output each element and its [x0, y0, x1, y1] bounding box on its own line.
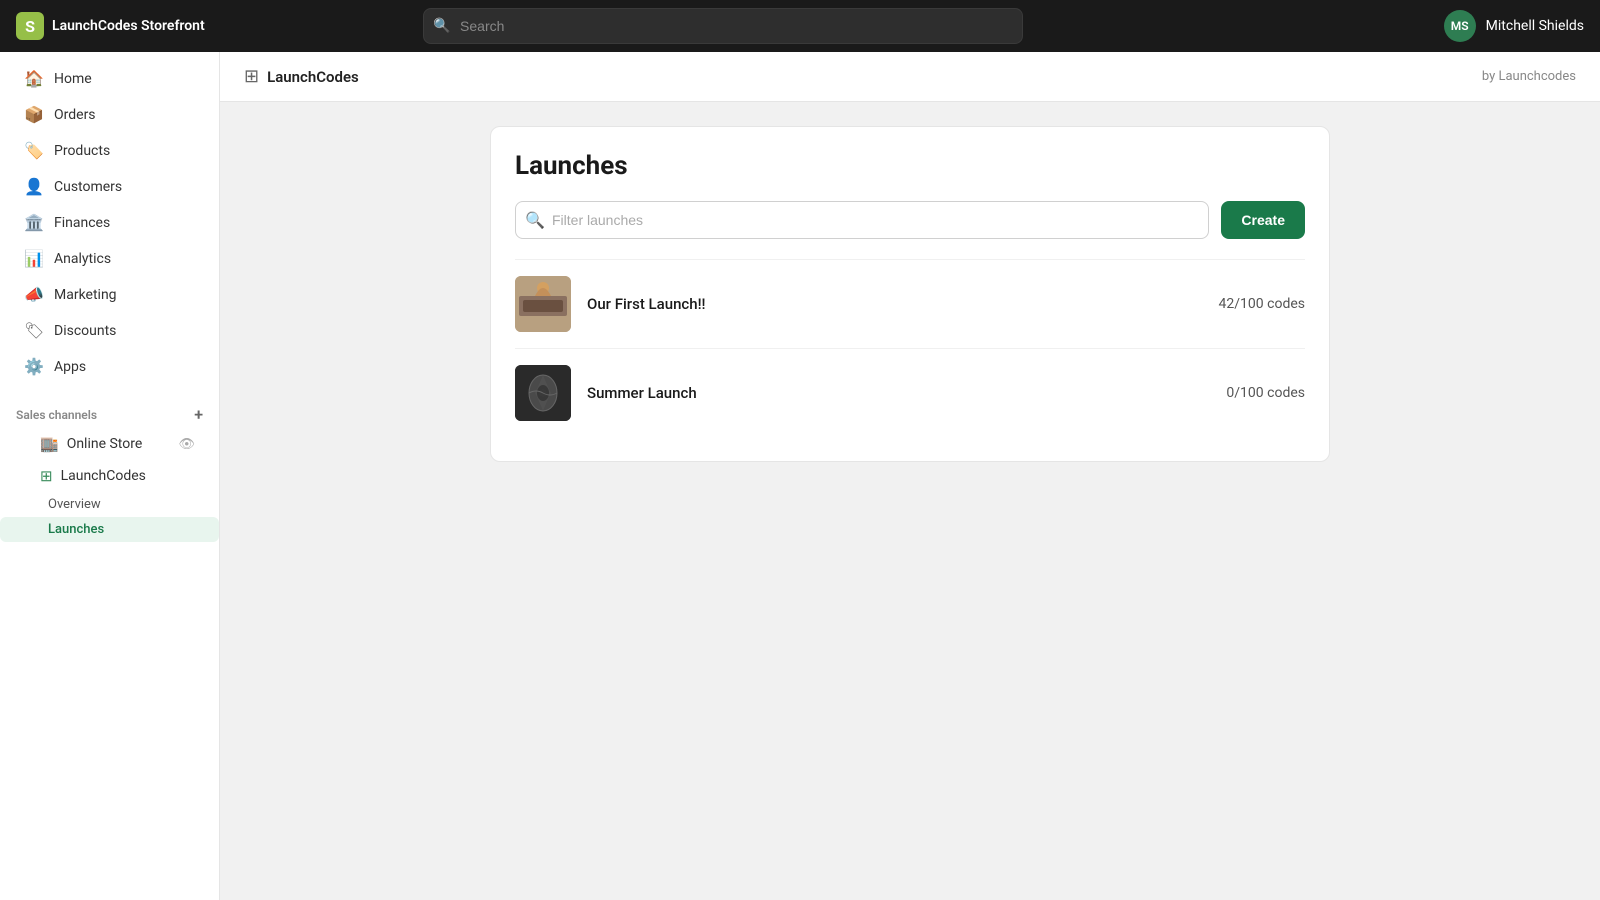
- layout: 🏠 Home 📦 Orders 🏷️ Products 👤 Customers …: [0, 52, 1600, 900]
- sidebar-label-finances: Finances: [54, 215, 110, 231]
- sidebar-item-marketing[interactable]: 📣 Marketing: [8, 277, 211, 312]
- sidebar-label-discounts: Discounts: [54, 323, 116, 339]
- eye-icon[interactable]: 👁: [178, 437, 195, 452]
- launch-codes-first: 42/100 codes: [1219, 296, 1305, 312]
- filter-launches-input[interactable]: [515, 201, 1209, 239]
- launchcodes-grid-icon: ⊞: [40, 467, 53, 485]
- avatar[interactable]: MS: [1444, 10, 1476, 42]
- discounts-icon: 🏷: [24, 321, 44, 340]
- content-area: Launches 🔍 Create: [220, 102, 1600, 486]
- sidebar-child-overview[interactable]: Overview: [0, 492, 219, 517]
- sidebar-label-marketing: Marketing: [54, 287, 117, 303]
- sidebar-label-online-store: Online Store: [67, 436, 171, 452]
- search-input[interactable]: [423, 8, 1023, 44]
- sidebar-label-launchcodes: LaunchCodes: [61, 468, 146, 484]
- topbar-right: MS Mitchell Shields: [1444, 10, 1584, 42]
- user-name: Mitchell Shields: [1486, 18, 1584, 34]
- topbar: S LaunchCodes Storefront 🔍 MS Mitchell S…: [0, 0, 1600, 52]
- page-header: ⊞ LaunchCodes by Launchcodes: [220, 52, 1600, 102]
- main-content: ⊞ LaunchCodes by Launchcodes Launches 🔍 …: [220, 52, 1600, 900]
- sidebar-item-finances[interactable]: 🏛️ Finances: [8, 205, 211, 240]
- customers-icon: 👤: [24, 177, 44, 196]
- launch-codes-summer: 0/100 codes: [1226, 385, 1305, 401]
- filter-search-icon: 🔍: [525, 211, 545, 230]
- sidebar-item-online-store[interactable]: 🏬 Online Store 👁: [8, 429, 211, 459]
- sales-channels-label: Sales channels: [16, 408, 97, 422]
- launch-item[interactable]: Our First Launch!! 42/100 codes: [515, 259, 1305, 348]
- sidebar-nav: 🏠 Home 📦 Orders 🏷️ Products 👤 Customers …: [0, 52, 219, 393]
- apps-icon: ⚙️: [24, 357, 44, 376]
- create-launch-button[interactable]: Create: [1221, 201, 1305, 239]
- brand-logo[interactable]: S LaunchCodes Storefront: [16, 12, 205, 40]
- online-store-icon: 🏬: [40, 435, 59, 453]
- page-header-left: ⊞ LaunchCodes: [244, 66, 359, 87]
- store-name: LaunchCodes Storefront: [52, 18, 205, 34]
- sidebar: 🏠 Home 📦 Orders 🏷️ Products 👤 Customers …: [0, 52, 220, 900]
- filter-row: 🔍 Create: [515, 201, 1305, 239]
- sidebar-label-home: Home: [54, 71, 92, 87]
- shopify-icon: S: [16, 12, 44, 40]
- sidebar-item-analytics[interactable]: 📊 Analytics: [8, 241, 211, 276]
- launch-thumb-img-first: [515, 276, 571, 332]
- launch-name-summer: Summer Launch: [587, 384, 1226, 402]
- launch-thumb-first: [515, 276, 571, 332]
- sidebar-item-apps[interactable]: ⚙️ Apps: [8, 349, 211, 384]
- analytics-icon: 📊: [24, 249, 44, 268]
- finances-icon: 🏛️: [24, 213, 44, 232]
- sales-channels-section: Sales channels +: [0, 393, 219, 428]
- sidebar-label-customers: Customers: [54, 179, 122, 195]
- add-sales-channel-button[interactable]: +: [194, 405, 203, 424]
- sidebar-label-products: Products: [54, 143, 110, 159]
- launch-thumb-img-summer: [515, 365, 571, 421]
- launches-card: Launches 🔍 Create: [490, 126, 1330, 462]
- sidebar-item-discounts[interactable]: 🏷 Discounts: [8, 313, 211, 348]
- launch-img-svg-summer: [515, 365, 571, 421]
- page-header-by: by Launchcodes: [1482, 69, 1576, 84]
- sidebar-item-orders[interactable]: 📦 Orders: [8, 97, 211, 132]
- page-header-icon: ⊞: [244, 66, 259, 87]
- products-icon: 🏷️: [24, 141, 44, 160]
- launch-item[interactable]: Summer Launch 0/100 codes: [515, 348, 1305, 437]
- sidebar-label-analytics: Analytics: [54, 251, 111, 267]
- launch-name-first: Our First Launch!!: [587, 295, 1219, 313]
- global-search[interactable]: 🔍: [423, 8, 1023, 44]
- sidebar-label-apps: Apps: [54, 359, 86, 375]
- filter-input-wrap: 🔍: [515, 201, 1209, 239]
- sidebar-child-launches[interactable]: Launches: [0, 517, 219, 542]
- launch-img-svg-first: [515, 276, 571, 332]
- search-icon: 🔍: [433, 18, 450, 34]
- launches-title: Launches: [515, 151, 1305, 181]
- sidebar-item-products[interactable]: 🏷️ Products: [8, 133, 211, 168]
- launch-thumb-summer: [515, 365, 571, 421]
- overview-label: Overview: [48, 497, 101, 512]
- home-icon: 🏠: [24, 69, 44, 88]
- sidebar-label-orders: Orders: [54, 107, 96, 123]
- page-header-title: LaunchCodes: [267, 68, 359, 86]
- orders-icon: 📦: [24, 105, 44, 124]
- sidebar-item-customers[interactable]: 👤 Customers: [8, 169, 211, 204]
- sidebar-item-launchcodes[interactable]: ⊞ LaunchCodes: [8, 461, 211, 491]
- launches-label: Launches: [48, 522, 104, 537]
- marketing-icon: 📣: [24, 285, 44, 304]
- sidebar-item-home[interactable]: 🏠 Home: [8, 61, 211, 96]
